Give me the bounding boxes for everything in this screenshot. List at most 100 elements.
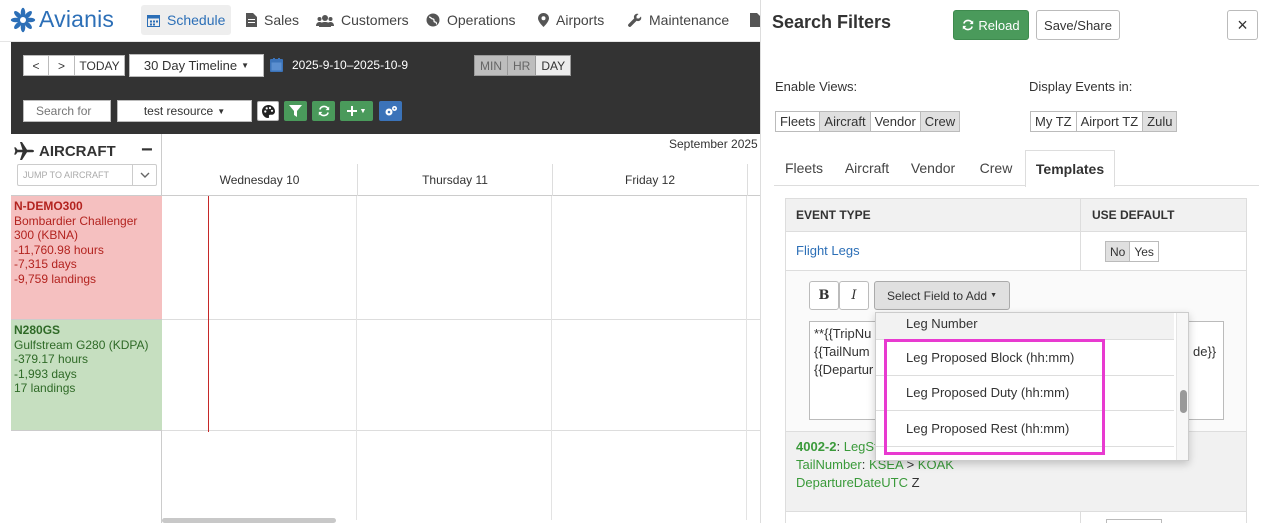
resource-row[interactable]: N-DEMO300 Bombardier Challenger 300 (KBN… xyxy=(11,196,162,320)
tab-crew[interactable]: Crew xyxy=(971,150,1021,186)
nav-airports[interactable]: Airports xyxy=(532,5,610,35)
today-label: TODAY xyxy=(79,58,120,73)
chevron-down-icon xyxy=(132,164,156,186)
resource-detail: -9,759 landings xyxy=(14,271,97,286)
logo-icon xyxy=(10,7,36,32)
jump-placeholder: JUMP TO AIRCRAFT xyxy=(23,170,110,180)
preview-date-label: DepartureDateUTC xyxy=(796,475,908,490)
resource-row[interactable]: N280GS Gulfstream G280 (KDPA) -379.17 ho… xyxy=(11,320,162,431)
template-line-end: de}} xyxy=(1193,344,1217,359)
view-crew-toggle[interactable]: Crew xyxy=(919,111,961,132)
plus-icon xyxy=(346,106,357,116)
scrollbar-thumb[interactable] xyxy=(1180,390,1187,413)
tab-fleets[interactable]: Fleets xyxy=(775,150,833,186)
next-button[interactable]: > xyxy=(49,55,75,76)
color-button[interactable] xyxy=(257,101,279,121)
timeline-row[interactable] xyxy=(162,320,760,431)
tz-airport-toggle[interactable]: Airport TZ xyxy=(1075,111,1144,132)
prev-button[interactable]: < xyxy=(23,55,49,76)
save-share-button[interactable]: Save/Share xyxy=(1036,10,1120,40)
scale-hr-button[interactable]: HR xyxy=(507,55,537,76)
table-header: EVENT TYPE USE DEFAULT xyxy=(786,199,1246,232)
select-field-dropdown[interactable]: Select Field to Add ▼ xyxy=(874,281,1010,310)
nav-operations[interactable]: Operations xyxy=(420,5,521,35)
highlight-box xyxy=(884,339,1105,455)
aircraft-header: AIRCRAFT xyxy=(13,142,116,160)
range-select[interactable]: 30 Day Timeline ▼ xyxy=(129,54,264,77)
reload-button[interactable]: Reload xyxy=(953,10,1029,40)
chevron-left-icon: < xyxy=(32,58,40,73)
nav-maintenance-label: Maintenance xyxy=(649,12,730,28)
calendar-icon xyxy=(147,14,160,27)
day-divider xyxy=(551,196,552,520)
preview-id: 4002-2 xyxy=(796,439,837,454)
preview-leg: LegSt xyxy=(843,439,878,454)
view-aircraft-toggle[interactable]: Aircraft xyxy=(819,111,871,132)
horizontal-scrollbar[interactable] xyxy=(162,518,336,523)
use-default-no[interactable]: No xyxy=(1105,241,1131,262)
scale-min-button[interactable]: MIN xyxy=(474,55,508,76)
resource-header-label: AIRCRAFT xyxy=(39,142,116,160)
day-label: Thursday 11 xyxy=(422,173,488,187)
current-time-line xyxy=(208,196,209,432)
view-vendor-toggle[interactable]: Vendor xyxy=(869,111,921,132)
refresh-icon xyxy=(318,105,329,117)
date-range-text: 2025-9-10–2025-10-9 xyxy=(292,58,409,72)
scale-day-button[interactable]: DAY xyxy=(535,55,572,76)
tab-label: Aircraft xyxy=(844,160,890,176)
event-type-link[interactable]: Flight Legs xyxy=(796,243,860,258)
add-menu-button[interactable]: ▼ xyxy=(340,101,373,121)
today-button[interactable]: TODAY xyxy=(75,55,125,76)
nav-sales-label: Sales xyxy=(264,12,300,28)
enable-views-toggle: Fleets Aircraft Vendor Crew xyxy=(775,111,961,132)
jump-to-aircraft-select[interactable]: JUMP TO AIRCRAFT xyxy=(17,164,157,186)
dropdown-scrollbar[interactable] xyxy=(1176,313,1188,460)
brand-logo[interactable]: Avianis xyxy=(10,6,114,33)
refresh-button[interactable] xyxy=(312,101,335,121)
day-divider xyxy=(356,196,357,520)
bold-button[interactable]: B xyxy=(809,281,839,310)
collapse-icon[interactable]: − xyxy=(141,139,153,162)
nav-sales[interactable]: Sales xyxy=(240,5,305,35)
tab-vendor[interactable]: Vendor xyxy=(903,150,963,186)
nav-schedule[interactable]: Schedule xyxy=(141,5,232,35)
nav-customers[interactable]: Customers xyxy=(310,5,415,35)
tab-label: Crew xyxy=(979,160,1013,176)
table-row: Flight Legs No Yes xyxy=(786,232,1246,271)
resource-detail: 300 (KBNA) xyxy=(14,228,79,242)
day-divider xyxy=(746,196,747,520)
tab-templates[interactable]: Templates xyxy=(1025,150,1115,187)
view-fleets-toggle[interactable]: Fleets xyxy=(775,111,821,132)
nav-maintenance[interactable]: Maintenance xyxy=(622,5,735,35)
day-label: Friday 12 xyxy=(624,173,676,187)
close-button[interactable]: × xyxy=(1227,10,1258,40)
preview-date-suffix: Z xyxy=(908,475,920,490)
template-line: {{TailNum xyxy=(814,344,870,359)
tab-label: Templates xyxy=(1035,161,1105,177)
tz-my-toggle[interactable]: My TZ xyxy=(1030,111,1077,132)
date-header: September 2025 Wednesday 10 Thursday 11 … xyxy=(162,134,762,196)
search-input[interactable] xyxy=(23,100,111,122)
filter-button[interactable] xyxy=(284,101,307,121)
caret-down-icon: ▼ xyxy=(217,106,226,116)
day-header-fri: Friday 12 xyxy=(552,164,747,196)
resource-select[interactable]: test resource ▼ xyxy=(117,100,252,122)
chevron-right-icon: > xyxy=(57,58,65,73)
save-share-label: Save/Share xyxy=(1044,17,1112,33)
italic-button[interactable]: I xyxy=(839,281,869,310)
use-default-yes[interactable]: Yes xyxy=(1129,241,1159,262)
brand-name: Avianis xyxy=(39,6,115,32)
col-use-default: USE DEFAULT xyxy=(1092,208,1175,222)
calendar-icon[interactable] xyxy=(270,58,283,72)
toggle-partial[interactable] xyxy=(1106,519,1162,523)
globe-icon xyxy=(426,13,440,27)
preview-sep: : xyxy=(836,439,844,454)
tab-aircraft[interactable]: Aircraft xyxy=(837,150,897,186)
day-header-thu: Thursday 11 xyxy=(357,164,552,196)
tz-zulu-toggle[interactable]: Zulu xyxy=(1142,111,1178,132)
nav-airports-label: Airports xyxy=(556,12,605,28)
dropdown-option[interactable]: Leg Number xyxy=(876,313,1174,340)
users-icon xyxy=(316,14,334,27)
timeline-row[interactable] xyxy=(162,196,760,320)
settings-button[interactable] xyxy=(379,101,402,121)
